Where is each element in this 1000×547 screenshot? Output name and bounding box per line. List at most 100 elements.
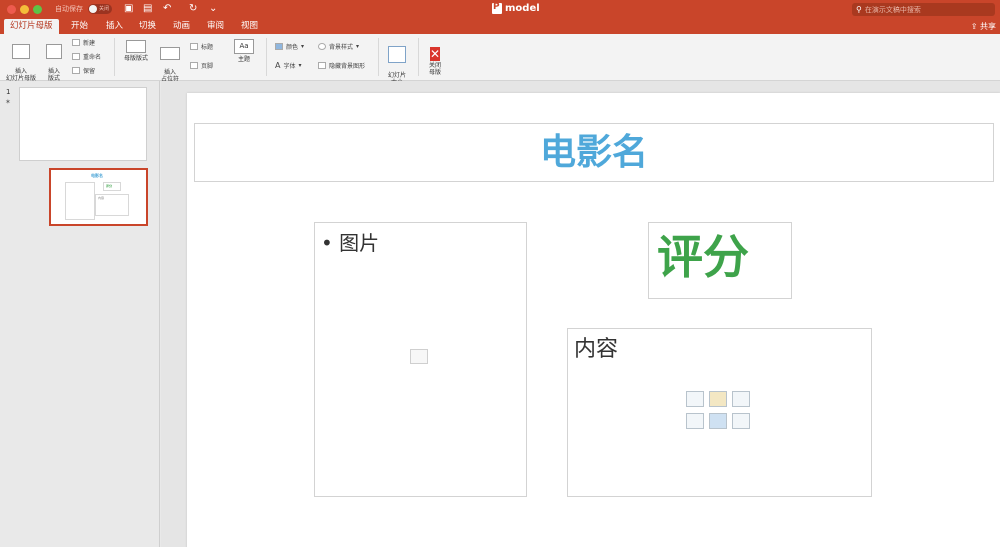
toggle-state: 关闭 — [99, 6, 110, 12]
powerpoint-doc-icon — [492, 2, 502, 14]
customize-toolbar-icon[interactable]: ⌄ — [209, 3, 217, 15]
footer-checkbox[interactable]: 页脚 — [190, 61, 213, 70]
save-icon[interactable]: ▤ — [143, 3, 152, 15]
tab-transitions[interactable]: 切换 — [133, 19, 162, 34]
title-checkbox[interactable]: 标题 — [190, 42, 213, 51]
theme-icon: Aa — [234, 39, 254, 54]
theme-button[interactable]: Aa 主题 — [230, 39, 258, 63]
insert-placeholder-icon — [160, 47, 180, 60]
document-title-text: model — [505, 3, 540, 14]
autosave-toggle[interactable]: 关闭 — [88, 4, 112, 14]
content-placeholder-label[interactable]: 内容 — [574, 331, 618, 363]
tab-slide-master[interactable]: 幻灯片母版 — [4, 19, 59, 34]
hide-background-checkbox[interactable]: 隐藏背景图形 — [318, 61, 365, 70]
insert-picture-icon[interactable] — [410, 349, 428, 364]
hide-background-label: 隐藏背景图形 — [329, 63, 366, 70]
insert-table-icon[interactable] — [686, 391, 704, 407]
slide-thumbnail-pane[interactable]: 1 ✶ 电影名 评分 内容 — [0, 81, 160, 547]
chevron-down-icon: ▾ — [356, 43, 360, 50]
keep-label: 保留 — [83, 68, 96, 75]
master-thumbnail[interactable] — [19, 87, 147, 161]
zoom-window-button[interactable] — [33, 5, 42, 14]
hide-background-box — [318, 62, 326, 69]
title-bar: 自动保存 关闭 ▣ ▤ ↶ ↻ ⌄ model ⚲ — [0, 0, 1000, 19]
insert-smartart-icon[interactable] — [732, 391, 750, 407]
tab-home[interactable]: 开始 — [65, 19, 94, 34]
search-input[interactable] — [864, 5, 985, 14]
score-placeholder[interactable]: 评分 — [648, 222, 792, 299]
keep-button[interactable]: 保留 — [72, 66, 95, 75]
document-title: model — [492, 2, 540, 14]
chevron-down-icon: ▾ — [298, 62, 302, 69]
title-checkbox-label: 标题 — [201, 44, 214, 51]
ribbon-separator — [114, 38, 115, 76]
layout-thumbnail[interactable]: 电影名 评分 内容 — [49, 168, 148, 226]
content-placeholder[interactable]: 内容 — [567, 328, 872, 497]
search-box[interactable]: ⚲ — [852, 3, 995, 16]
close-window-button[interactable] — [7, 5, 16, 14]
score-text[interactable]: 评分 — [657, 223, 749, 291]
master-layout-label: 母版版式 — [123, 55, 148, 62]
tab-review[interactable]: 审阅 — [201, 19, 230, 34]
insert-media-icon[interactable] — [709, 413, 727, 429]
ribbon-separator — [418, 38, 419, 76]
slide-size-button[interactable]: 幻灯片 大小 — [384, 39, 410, 86]
slide-canvas[interactable]: 电影名 • 图片 评分 内容 — [187, 93, 1000, 547]
keep-icon — [72, 67, 80, 74]
insert-placeholder-button[interactable]: 插入 占位符 — [156, 40, 184, 83]
tab-animations[interactable]: 动画 — [167, 19, 196, 34]
master-layout-button[interactable]: 母版版式 — [119, 40, 153, 62]
slide-title[interactable]: 电影名 — [195, 124, 993, 181]
insert-chart-icon[interactable] — [709, 391, 727, 407]
tab-insert[interactable]: 插入 — [100, 19, 129, 34]
title-checkbox-box — [190, 43, 198, 50]
insert-master-icon — [12, 44, 30, 59]
colors-label: 颜色 — [286, 44, 299, 51]
thumbnail-score-text: 评分 — [106, 184, 113, 188]
sidebar-icon[interactable]: ▣ — [124, 3, 133, 15]
thumbnail-content-placeholder: 内容 — [95, 194, 129, 216]
close-master-label: 关闭 母版 — [428, 62, 441, 76]
share-button[interactable]: ⇪ 共享 — [971, 19, 996, 34]
close-icon: ✕ — [429, 47, 441, 61]
undo-icon[interactable]: ↶ — [163, 3, 171, 15]
picture-placeholder-label[interactable]: • 图片 — [321, 227, 379, 256]
background-styles-label: 背景样式 — [329, 44, 354, 51]
minimize-window-button[interactable] — [20, 5, 29, 14]
new-button[interactable]: 新建 — [72, 38, 95, 47]
title-placeholder[interactable]: 电影名 — [194, 123, 994, 182]
ribbon: 插入 幻灯片母版 插入 版式 新建 重命名 保留 母版版式 插入 占位符 标题 … — [0, 34, 1000, 86]
background-styles-icon — [318, 43, 326, 50]
tab-view[interactable]: 视图 — [235, 19, 264, 34]
insert-slide-master-button[interactable]: 插入 幻灯片母版 — [3, 37, 39, 82]
theme-label: 主题 — [237, 56, 250, 63]
fonts-button[interactable]: A 字体 ▾ — [275, 61, 302, 70]
slide-size-icon — [388, 46, 406, 63]
ribbon-separator — [266, 38, 267, 76]
insert-layout-label: 插入 版式 — [47, 68, 60, 82]
insert-layout-button[interactable]: 插入 版式 — [41, 37, 67, 82]
chevron-down-icon: ▾ — [301, 43, 305, 50]
picture-placeholder[interactable]: • 图片 — [314, 222, 527, 497]
share-icon: ⇪ — [970, 22, 980, 31]
insert-content-icons — [686, 391, 750, 429]
close-master-button[interactable]: ✕ 关闭 母版 — [423, 39, 447, 76]
slide-workspace: 电影名 • 图片 评分 内容 — [161, 81, 1000, 547]
search-icon: ⚲ — [856, 5, 862, 14]
slide-number: 1 — [6, 88, 11, 96]
rename-button[interactable]: 重命名 — [72, 52, 101, 61]
insert-picture-icon[interactable] — [686, 413, 704, 429]
share-label: 共享 — [980, 22, 996, 31]
footer-checkbox-label: 页脚 — [201, 63, 214, 70]
background-styles-button[interactable]: 背景样式 ▾ — [318, 42, 359, 51]
new-icon — [72, 39, 80, 46]
thumbnail-score-placeholder: 评分 — [103, 182, 121, 191]
insert-video-icon[interactable] — [732, 413, 750, 429]
colors-button[interactable]: 颜色 ▾ — [275, 42, 304, 51]
master-layout-icon — [126, 40, 146, 53]
redo-icon[interactable]: ↻ — [189, 3, 197, 15]
insert-layout-icon — [46, 44, 62, 59]
ribbon-tabs: 幻灯片母版 开始 插入 切换 动画 审阅 视图 ⇪ 共享 — [0, 19, 1000, 34]
pin-icon: ✶ — [5, 98, 11, 106]
picture-label-text: 图片 — [339, 231, 380, 255]
